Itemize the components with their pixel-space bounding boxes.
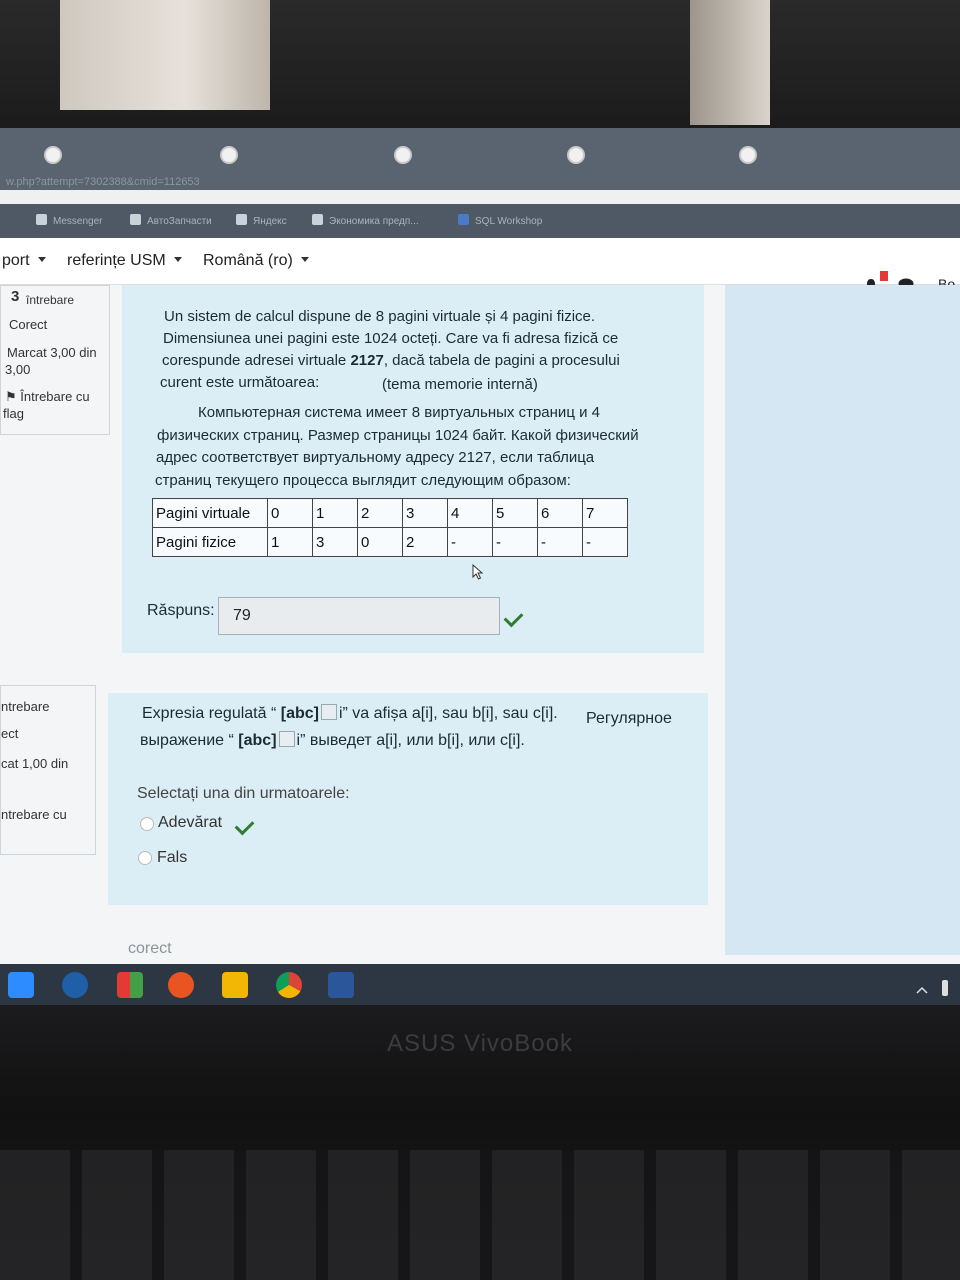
broken-image-icon bbox=[278, 731, 295, 747]
table-cell: 1 bbox=[312, 498, 358, 528]
answer-input[interactable]: 79 bbox=[218, 597, 500, 635]
browser-tab-icon[interactable] bbox=[44, 146, 62, 164]
table-cell: - bbox=[447, 527, 493, 557]
option-true-label[interactable]: Adevărat bbox=[158, 814, 222, 832]
nav-references-menu[interactable]: referințe USM bbox=[67, 252, 182, 270]
answer-label: Răspuns: bbox=[147, 602, 215, 619]
question-mark: cat 1,00 din bbox=[1, 756, 69, 771]
globe-icon bbox=[130, 214, 141, 225]
zoom-icon[interactable] bbox=[8, 972, 34, 998]
question-status: ect bbox=[1, 726, 19, 741]
table-cell: 5 bbox=[492, 498, 538, 528]
flag-question-link[interactable]: ntrebare cu bbox=[1, 807, 67, 822]
question-text-ru: выражение “ [abc] i” выведет a[i], или b[… bbox=[140, 731, 525, 749]
sql-icon bbox=[458, 214, 469, 225]
question-number: 3 bbox=[11, 288, 20, 305]
table-cell: 3 bbox=[402, 498, 448, 528]
question-text-ro-1: Un sistem de calcul dispune de 8 pagini … bbox=[164, 308, 596, 325]
google-tab-icon[interactable] bbox=[394, 146, 412, 164]
bookmark-economics[interactable]: Экономика предп... bbox=[312, 214, 419, 227]
question-mark: Marcat 3,00 din bbox=[7, 345, 97, 360]
microphone-icon[interactable] bbox=[942, 980, 948, 996]
google-tab-icon[interactable] bbox=[739, 146, 757, 164]
google-tab-icon[interactable] bbox=[220, 146, 238, 164]
windows-start-icon[interactable] bbox=[117, 972, 143, 998]
question-text-ru-inline: Регулярное bbox=[586, 710, 672, 727]
flag-question-link[interactable]: ⚑ Întrebare cu bbox=[5, 389, 90, 405]
eclipse-icon[interactable] bbox=[62, 972, 88, 998]
table-cell: 3 bbox=[312, 527, 358, 557]
wikipedia-icon bbox=[312, 214, 323, 225]
bookmark-yandex[interactable]: Яндекс bbox=[236, 214, 287, 227]
word-icon[interactable] bbox=[328, 972, 354, 998]
table-row-virtual: Pagini virtuale 0 1 2 3 4 5 6 7 bbox=[152, 498, 628, 528]
table-cell: 7 bbox=[582, 498, 628, 528]
feedback-text: corect bbox=[128, 940, 172, 957]
option-false-label[interactable]: Fals bbox=[157, 849, 187, 867]
mouse-cursor-icon bbox=[472, 564, 484, 580]
bookmark-autoparts[interactable]: АвтоЗапчасти bbox=[130, 214, 212, 227]
bookmark-sql-workshop[interactable]: SQL Workshop bbox=[458, 214, 542, 227]
table-cell: 1 bbox=[267, 527, 313, 557]
table-cell: 6 bbox=[537, 498, 583, 528]
messenger-icon bbox=[36, 214, 47, 225]
table-row-header: Pagini virtuale bbox=[152, 498, 268, 528]
question-info-panel: 3 întrebare Corect Marcat 3,00 din 3,00 … bbox=[0, 285, 110, 435]
radio-false[interactable] bbox=[138, 851, 152, 865]
laptop-screen: w.php?attempt=7302388&cmid=112653 Messen… bbox=[0, 128, 960, 1010]
table-row-physical: Pagini fizice 1 3 0 2 - - - - bbox=[152, 527, 628, 557]
bookmark-messenger[interactable]: Messenger bbox=[36, 214, 102, 227]
background-room bbox=[0, 0, 960, 140]
question-text-ro: Expresia regulată “ [abc] i” va afișa a[i… bbox=[142, 704, 558, 722]
url-text: w.php?attempt=7302388&cmid=112653 bbox=[6, 176, 200, 188]
ubuntu-icon[interactable] bbox=[168, 972, 194, 998]
table-cell: 2 bbox=[402, 527, 448, 557]
table-cell: 0 bbox=[267, 498, 313, 528]
question-label: ntrebare bbox=[1, 699, 50, 714]
url-bar[interactable]: w.php?attempt=7302388&cmid=112653 bbox=[0, 176, 960, 198]
laptop-brand: ASUS VivoBook bbox=[387, 1030, 573, 1057]
question-info-panel-2: ntrebare ect cat 1,00 din ntrebare cu bbox=[0, 685, 96, 855]
chevron-down-icon bbox=[300, 257, 309, 262]
question-text-ru-1: Компьютерная система имеет 8 виртуальных… bbox=[198, 404, 600, 421]
broken-image-icon bbox=[320, 704, 337, 720]
nav-language-menu[interactable]: Română (ro) bbox=[203, 252, 309, 270]
globe-icon bbox=[236, 214, 247, 225]
question-text-ru-3: адрес соответствует виртуальному адресу … bbox=[156, 449, 595, 466]
question-text-ro-2: Dimensiunea unei pagini este 1024 octeți… bbox=[163, 330, 619, 347]
question-mark-value: 3,00 bbox=[5, 362, 31, 377]
chevron-down-icon bbox=[37, 257, 46, 262]
table-cell: - bbox=[582, 527, 628, 557]
flag-question-link-cont[interactable]: flag bbox=[3, 406, 24, 421]
question-status: Corect bbox=[9, 317, 48, 332]
google-tab-icon[interactable] bbox=[567, 146, 585, 164]
question-text-ru-2: физических страниц. Размер страницы 1024… bbox=[157, 427, 639, 444]
page-table: Pagini virtuale 0 1 2 3 4 5 6 7 Pagini f… bbox=[152, 498, 628, 557]
background-object bbox=[690, 0, 770, 125]
table-cell: 2 bbox=[357, 498, 403, 528]
windows-taskbar bbox=[0, 964, 960, 1010]
flag-icon: ⚑ bbox=[5, 389, 21, 404]
nav-support-menu[interactable]: port bbox=[2, 252, 46, 270]
question-text-ro-4: curent este următoarea: bbox=[160, 374, 320, 391]
table-cell: - bbox=[537, 527, 583, 557]
background-paper bbox=[60, 0, 270, 110]
right-panel bbox=[725, 285, 960, 955]
question-text-ru-4: страниц текущего процесса выглядит следу… bbox=[155, 472, 571, 489]
table-cell: 4 bbox=[447, 498, 493, 528]
folder-icon[interactable] bbox=[222, 972, 248, 998]
table-cell: 0 bbox=[357, 527, 403, 557]
table-row-header: Pagini fizice bbox=[152, 527, 268, 557]
question-text-ro-3: corespunde adresei virtuale 2127, dacă t… bbox=[162, 352, 620, 369]
keyboard bbox=[0, 1150, 960, 1280]
options-prompt: Selectați una din urmatoarele: bbox=[137, 785, 350, 802]
table-cell: - bbox=[492, 527, 538, 557]
question-label: întrebare bbox=[26, 293, 75, 307]
notification-badge bbox=[880, 271, 888, 281]
question-topic-note: (tema memorie internă) bbox=[382, 376, 538, 393]
chrome-icon[interactable] bbox=[276, 972, 302, 998]
radio-true[interactable] bbox=[140, 817, 154, 831]
chevron-up-icon[interactable] bbox=[916, 986, 928, 994]
chevron-down-icon bbox=[173, 257, 182, 262]
